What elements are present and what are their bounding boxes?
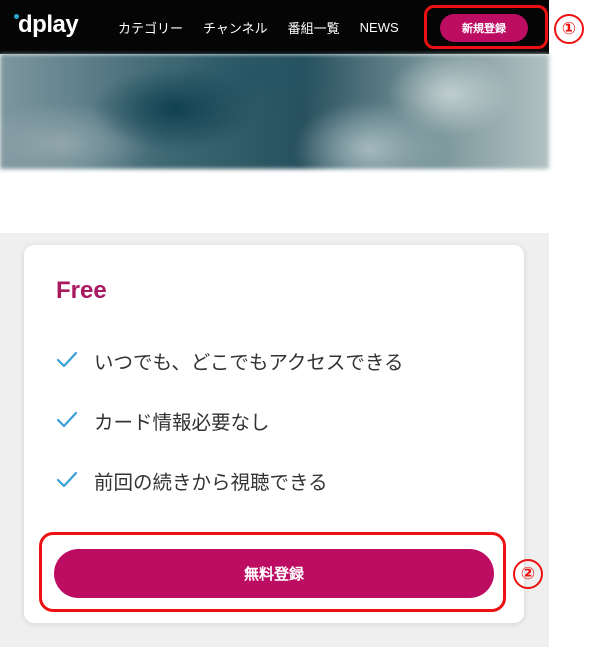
logo-text: dplay [18, 11, 79, 38]
feature-item: いつでも、どこでもアクセスできる [56, 345, 403, 375]
annotation-number-2: ② [513, 559, 543, 589]
feature-item: カード情報必要なし [56, 405, 270, 435]
feature-text: 前回の続きから視聴できる [94, 470, 328, 494]
check-icon [56, 471, 78, 488]
logo-dot-icon [14, 14, 19, 19]
annotation-box-2 [39, 532, 506, 612]
check-icon [56, 411, 78, 428]
feature-item: 前回の続きから視聴できる [56, 465, 328, 495]
dplay-logo[interactable]: dplay [14, 11, 79, 39]
nav-item-news[interactable]: NEWS [360, 20, 399, 35]
plan-name: Free [56, 277, 107, 304]
nav-item-channel[interactable]: チャンネル [203, 18, 268, 37]
hero-image [0, 54, 549, 169]
annotation-box-1 [424, 5, 548, 49]
check-icon [56, 351, 78, 368]
nav-item-program-list[interactable]: 番組一覧 [288, 18, 340, 37]
annotation-number-1: ① [554, 14, 584, 44]
nav-item-category[interactable]: カテゴリー [118, 18, 183, 37]
feature-text: カード情報必要なし [94, 410, 270, 434]
main-nav: カテゴリー チャンネル 番組一覧 NEWS [118, 0, 419, 54]
feature-text: いつでも、どこでもアクセスできる [94, 350, 404, 374]
